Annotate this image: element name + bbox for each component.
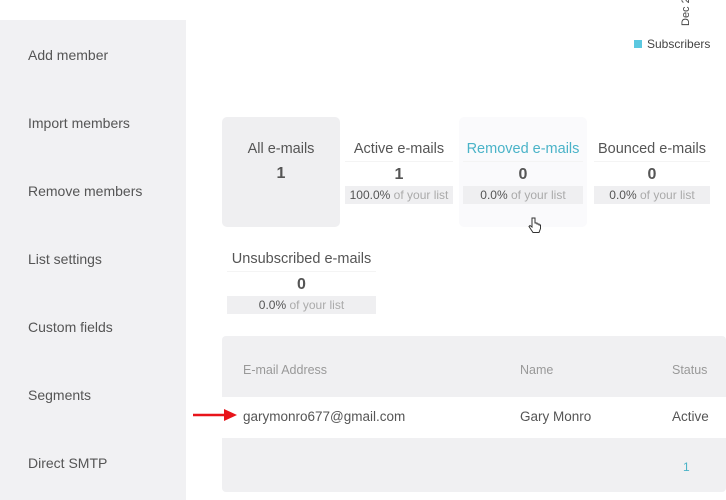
stat-percent: 0.0% of your list (227, 296, 376, 314)
stat-label: All e-mails (247, 141, 315, 157)
stat-active-emails[interactable]: Active e-mails 1 100.0% of your list (345, 117, 453, 204)
stat-label: Active e-mails (345, 141, 453, 162)
stat-count: 0 (647, 166, 657, 183)
sidebar-item-custom-fields[interactable]: Custom fields (28, 319, 113, 335)
sidebar-item-remove-members[interactable]: Remove members (28, 183, 142, 199)
stat-count: 0 (297, 276, 306, 293)
stat-percent: 0.0% of your list (594, 186, 710, 204)
stat-label: Bounced e-mails (594, 141, 710, 162)
sidebar-item-add-member[interactable]: Add member (28, 47, 108, 63)
stat-count: 0 (518, 166, 528, 183)
sidebar-item-import-members[interactable]: Import members (28, 115, 130, 131)
sidebar-item-segments[interactable]: Segments (28, 387, 91, 403)
stat-label: Removed e-mails (463, 141, 583, 162)
sidebar: Add member Import members Remove members… (0, 20, 186, 500)
header-status[interactable]: Status (672, 363, 707, 377)
legend-swatch (634, 40, 642, 48)
stat-all-emails[interactable]: All e-mails 1 (222, 117, 340, 227)
pagination-page-1[interactable]: 1 (683, 460, 690, 474)
header-name[interactable]: Name (520, 363, 553, 377)
chart-legend[interactable]: Subscribers (634, 37, 710, 51)
legend-label: Subscribers (647, 37, 711, 51)
stat-label: Unsubscribed e-mails (227, 251, 376, 272)
chart-x-tick: Dec 2 (680, 0, 692, 26)
hand-cursor-icon (528, 217, 541, 233)
stat-percent: 0.0% of your list (463, 186, 583, 204)
stat-bounced-emails[interactable]: Bounced e-mails 0 0.0% of your list (594, 117, 710, 204)
header-email[interactable]: E-mail Address (243, 363, 327, 377)
sidebar-item-direct-smtp[interactable]: Direct SMTP (28, 455, 107, 471)
cell-email[interactable]: garymonro677@gmail.com (243, 409, 405, 424)
cell-name: Gary Monro (520, 409, 592, 424)
red-arrow-icon (193, 409, 237, 421)
members-table: E-mail Address Name Status garymonro677@… (222, 336, 726, 492)
stat-unsubscribed-emails[interactable]: Unsubscribed e-mails 0 0.0% of your list (227, 251, 376, 314)
cell-status: Active (672, 409, 709, 424)
stat-count: 1 (394, 166, 404, 183)
stat-count: 1 (276, 165, 286, 182)
stat-removed-emails[interactable]: Removed e-mails 0 0.0% of your list (459, 117, 587, 227)
table-row[interactable]: garymonro677@gmail.com Gary Monro Active (222, 397, 726, 438)
sidebar-item-list-settings[interactable]: List settings (28, 251, 102, 267)
stat-percent: 100.0% of your list (345, 186, 453, 204)
